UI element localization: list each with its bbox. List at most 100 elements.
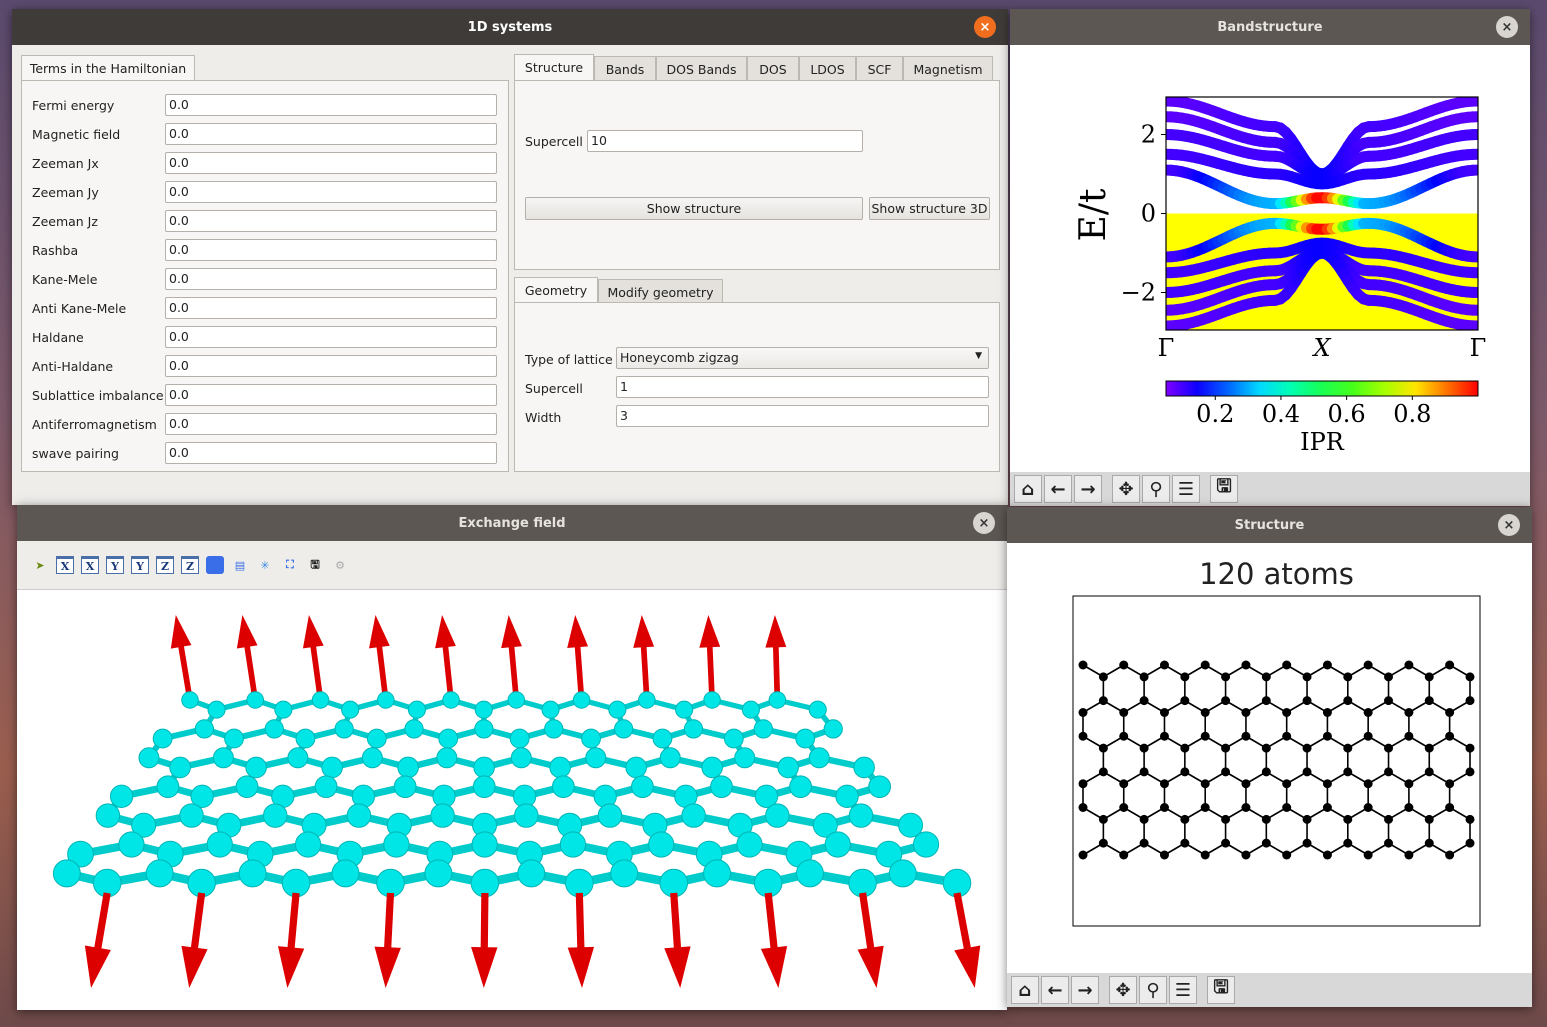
field-input[interactable]: 0.0 [165,384,497,406]
close-button[interactable]: × [1496,16,1518,38]
parallel-projection-icon[interactable]: ▤ [231,556,249,574]
atom [1139,743,1149,753]
arrow-shaft [480,892,489,955]
settings-icon[interactable]: ⚙ [331,556,349,574]
field-input[interactable]: 0.0 [165,181,497,203]
view-y-plus-icon[interactable]: Y [106,556,124,574]
field-input[interactable]: 0.0 [165,123,497,145]
atom [1465,767,1475,777]
atom [1159,803,1169,812]
arrow-shaft [706,641,715,701]
tab-dos[interactable]: DOS [747,56,799,81]
tab-modify-geometry[interactable]: Modify geometry [598,279,723,304]
cube-icon[interactable] [206,556,224,574]
tab-terms-hamiltonian[interactable]: Terms in the Hamiltonian [21,55,195,81]
atom-3d [109,784,134,808]
tab-geometry[interactable]: Geometry [514,277,598,303]
view-z-minus-icon[interactable]: Z [181,556,199,574]
colorbar-tick-label: 0.8 [1393,400,1431,428]
field-label: Fermi energy [32,98,115,113]
geometry-pane: Type of lattice Honeycomb zigzag ▼ Superc… [514,302,1000,472]
atom-3d [181,691,199,709]
pan-icon[interactable]: ✥ [1112,475,1140,503]
forward-arrow-icon[interactable]: → [1071,976,1099,1004]
colorbar-label: IPR [1300,428,1345,456]
back-arrow-icon[interactable]: ← [1044,475,1072,503]
atom-3d [207,700,226,719]
tab-ldos[interactable]: LDOS [799,56,856,81]
atom-3d [808,747,830,769]
view-x-minus-icon[interactable]: X [81,556,99,574]
atom-3d [376,868,405,898]
configure-icon[interactable]: ☰ [1172,475,1200,503]
view-x-plus-icon[interactable]: X [56,556,74,574]
atom-3d [138,747,160,769]
forward-arrow-icon[interactable]: → [1074,475,1102,503]
field-input[interactable]: 0.0 [165,268,497,290]
atom [1322,850,1332,860]
fullscreen-icon[interactable]: ⛶ [281,556,299,574]
back-arrow-icon[interactable]: ← [1041,976,1069,1004]
save-icon[interactable]: 🖫 [1207,976,1235,1004]
tab-dos-bands[interactable]: DOS Bands [656,56,747,81]
pan-icon[interactable]: ✥ [1109,976,1137,1004]
geometry-supercell-input[interactable]: 1 [616,376,989,398]
arrow-head [633,615,655,648]
field-input[interactable]: 0.0 [165,152,497,174]
atom [1261,838,1271,848]
field-input[interactable]: 0.0 [165,326,497,348]
zoom-icon[interactable]: ⚲ [1139,976,1167,1004]
view-y-minus-icon[interactable]: Y [131,556,149,574]
atom [1363,850,1373,860]
atom-3d [544,719,564,739]
atom-3d [608,700,627,719]
isometric-view-icon[interactable]: ➤ [31,556,49,574]
show-structure-button[interactable]: Show structure [525,197,863,220]
save-icon[interactable]: 🖫 [306,556,324,574]
atom [1200,779,1210,789]
field-input[interactable]: 0.0 [165,355,497,377]
save-icon[interactable]: 🖫 [1210,475,1238,503]
close-button[interactable]: × [974,16,996,38]
atom-3d [652,728,673,749]
y-axis-label: E/t [1073,188,1114,241]
show-structure-3d-button[interactable]: Show structure 3D [869,197,990,220]
field-input[interactable]: 0.0 [165,94,497,116]
arrow-head [374,946,401,988]
close-button[interactable]: × [973,512,995,534]
view-z-plus-icon[interactable]: Z [156,556,174,574]
tab-bands[interactable]: Bands [594,56,656,81]
colorbar [1165,380,1479,397]
field-input[interactable]: 0.0 [165,413,497,435]
supercell-input[interactable]: 10 [587,130,863,152]
atom-3d [710,775,733,799]
close-button[interactable]: × [1498,514,1520,536]
atom [1445,779,1455,789]
tab-structure[interactable]: Structure [514,54,594,80]
atom-3d [848,868,877,898]
exchange-arrow-up [699,615,721,701]
arrow-head [501,615,522,649]
tab-scf[interactable]: SCF [856,56,903,81]
field-input[interactable]: 0.0 [165,297,497,319]
arrow-shaft [286,892,300,955]
atom [1098,814,1108,824]
exchange-arrow-up [633,615,655,701]
zoom-icon[interactable]: ⚲ [1142,475,1170,503]
field-label: Anti Kane-Mele [32,301,127,316]
field-input[interactable]: 0.0 [165,239,497,261]
exchange-arrow-down [374,892,401,988]
home-icon[interactable]: ⌂ [1014,475,1042,503]
field-input[interactable]: 0.0 [165,442,497,464]
field-input[interactable]: 0.0 [165,210,497,232]
configure-icon[interactable]: ☰ [1169,976,1197,1004]
lattice-select[interactable]: Honeycomb zigzag ▼ [616,347,989,369]
width-input[interactable]: 3 [616,405,989,427]
atom-3d [438,728,459,749]
tab-magnetism[interactable]: Magnetism [903,56,993,81]
exchange-field-3d-view[interactable] [17,591,1007,1010]
home-icon[interactable]: ⌂ [1011,976,1039,1004]
atom-3d [741,700,760,719]
axes-icon[interactable]: ✳ [256,556,274,574]
colorbar-tick-label: 0.4 [1262,400,1300,428]
